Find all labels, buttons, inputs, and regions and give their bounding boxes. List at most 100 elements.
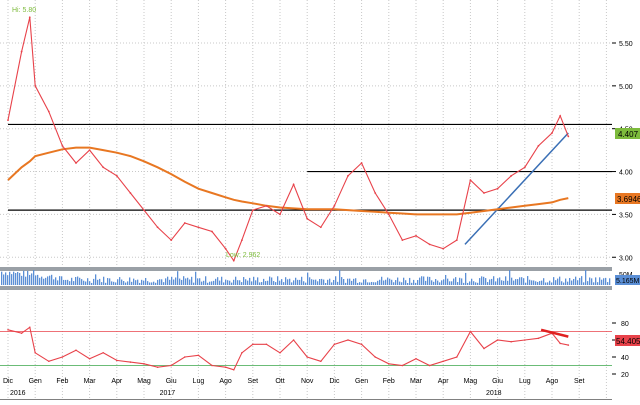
volume-bar [37, 274, 39, 285]
volume-bar [145, 277, 147, 285]
volume-bar [281, 279, 283, 285]
volume-bar [593, 282, 595, 285]
price-point [306, 217, 309, 220]
volume-bar [553, 277, 555, 285]
rsi-point [567, 344, 570, 346]
volume-bar [481, 276, 483, 285]
volume-bar [265, 281, 267, 285]
low-annotation: Low: 2.962 [226, 252, 260, 259]
rsi-y-tick-label: 40 [621, 355, 629, 362]
volume-bar [129, 277, 131, 285]
volume-bar [17, 271, 19, 285]
volume-bar [493, 276, 495, 285]
volume-bar [399, 281, 401, 285]
volume-bar [537, 281, 539, 285]
volume-bar [287, 279, 289, 285]
volume-bar [405, 280, 407, 285]
volume-bar [247, 280, 249, 285]
volume-bar [187, 277, 189, 285]
volume-bar [471, 278, 473, 285]
price-point [333, 204, 336, 207]
rsi-point [28, 326, 31, 329]
volume-bar [521, 277, 523, 285]
x-month-label: Set [248, 378, 259, 385]
price-point [102, 166, 105, 169]
volume-bar [433, 281, 435, 285]
volume-bar [5, 272, 7, 285]
volume-bar [275, 282, 277, 285]
volume-bar [119, 277, 121, 285]
rsi-point [360, 343, 363, 346]
volume-bar [523, 278, 525, 285]
volume-bar [53, 279, 55, 285]
volume-bar [393, 282, 395, 285]
volume-bar [415, 282, 417, 285]
rsi-point [496, 339, 499, 341]
price-point [374, 192, 377, 194]
volume-bar [601, 279, 603, 285]
rsi-point [537, 337, 540, 340]
volume-bar [327, 279, 329, 285]
volume-bar [507, 280, 509, 285]
volume-bar [271, 277, 273, 285]
volume-bar [279, 280, 281, 285]
volume-bar [215, 278, 217, 285]
rsi-point [184, 356, 186, 358]
rsi-point [333, 343, 336, 346]
price-point [115, 174, 118, 177]
volume-bar [7, 275, 9, 285]
volume-bar [237, 280, 239, 285]
price-point [279, 213, 281, 216]
volume-bar [93, 278, 95, 285]
volume-bar [307, 272, 309, 285]
volume-bar [369, 282, 371, 285]
volume-bar [573, 278, 575, 285]
volume-bar [519, 277, 521, 285]
price-point [292, 183, 295, 186]
volume-bar [283, 282, 285, 285]
volume-bar [97, 279, 99, 285]
volume-bar [305, 282, 307, 285]
volume-bar [107, 278, 109, 285]
volume-bar [295, 277, 297, 285]
price-point [75, 162, 77, 164]
price-point [567, 135, 570, 138]
volume-bar [583, 282, 585, 285]
price-point [183, 222, 186, 224]
volume-bar [417, 279, 419, 285]
x-month-label: Gen [29, 378, 42, 385]
volume-bar [499, 277, 501, 285]
volume-bar [229, 280, 231, 285]
volume-bar [591, 278, 593, 285]
price-point [7, 119, 9, 122]
volume-bar [555, 280, 557, 285]
volume-bar [609, 278, 611, 285]
volume-bar [407, 282, 409, 285]
x-month-label: Mag [464, 378, 478, 385]
volume-bar [135, 280, 137, 285]
volume-bar [133, 278, 135, 285]
rsi-point [483, 347, 485, 350]
volume-bar [569, 278, 571, 285]
rsi-point [102, 351, 104, 354]
volume-bar [489, 279, 491, 285]
volume-bar [199, 278, 201, 285]
price-y-tick-label: 3.00 [619, 255, 633, 262]
volume-bar [563, 282, 565, 285]
rsi-point [320, 360, 322, 363]
volume-bar [77, 276, 79, 285]
volume-bar [533, 280, 535, 285]
volume-bar [75, 276, 77, 285]
price-point [537, 144, 540, 147]
volume-bar [155, 282, 157, 285]
volume-bar [317, 281, 319, 285]
volume-bar [159, 279, 161, 285]
price-point [47, 110, 50, 113]
volume-bar [297, 279, 299, 285]
volume-bar [181, 279, 183, 285]
high-annotation: Hi: 5.80 [12, 7, 36, 14]
volume-bar [163, 282, 165, 285]
volume-bar [31, 273, 33, 285]
volume-bar [259, 282, 261, 285]
volume-bar [59, 276, 61, 285]
